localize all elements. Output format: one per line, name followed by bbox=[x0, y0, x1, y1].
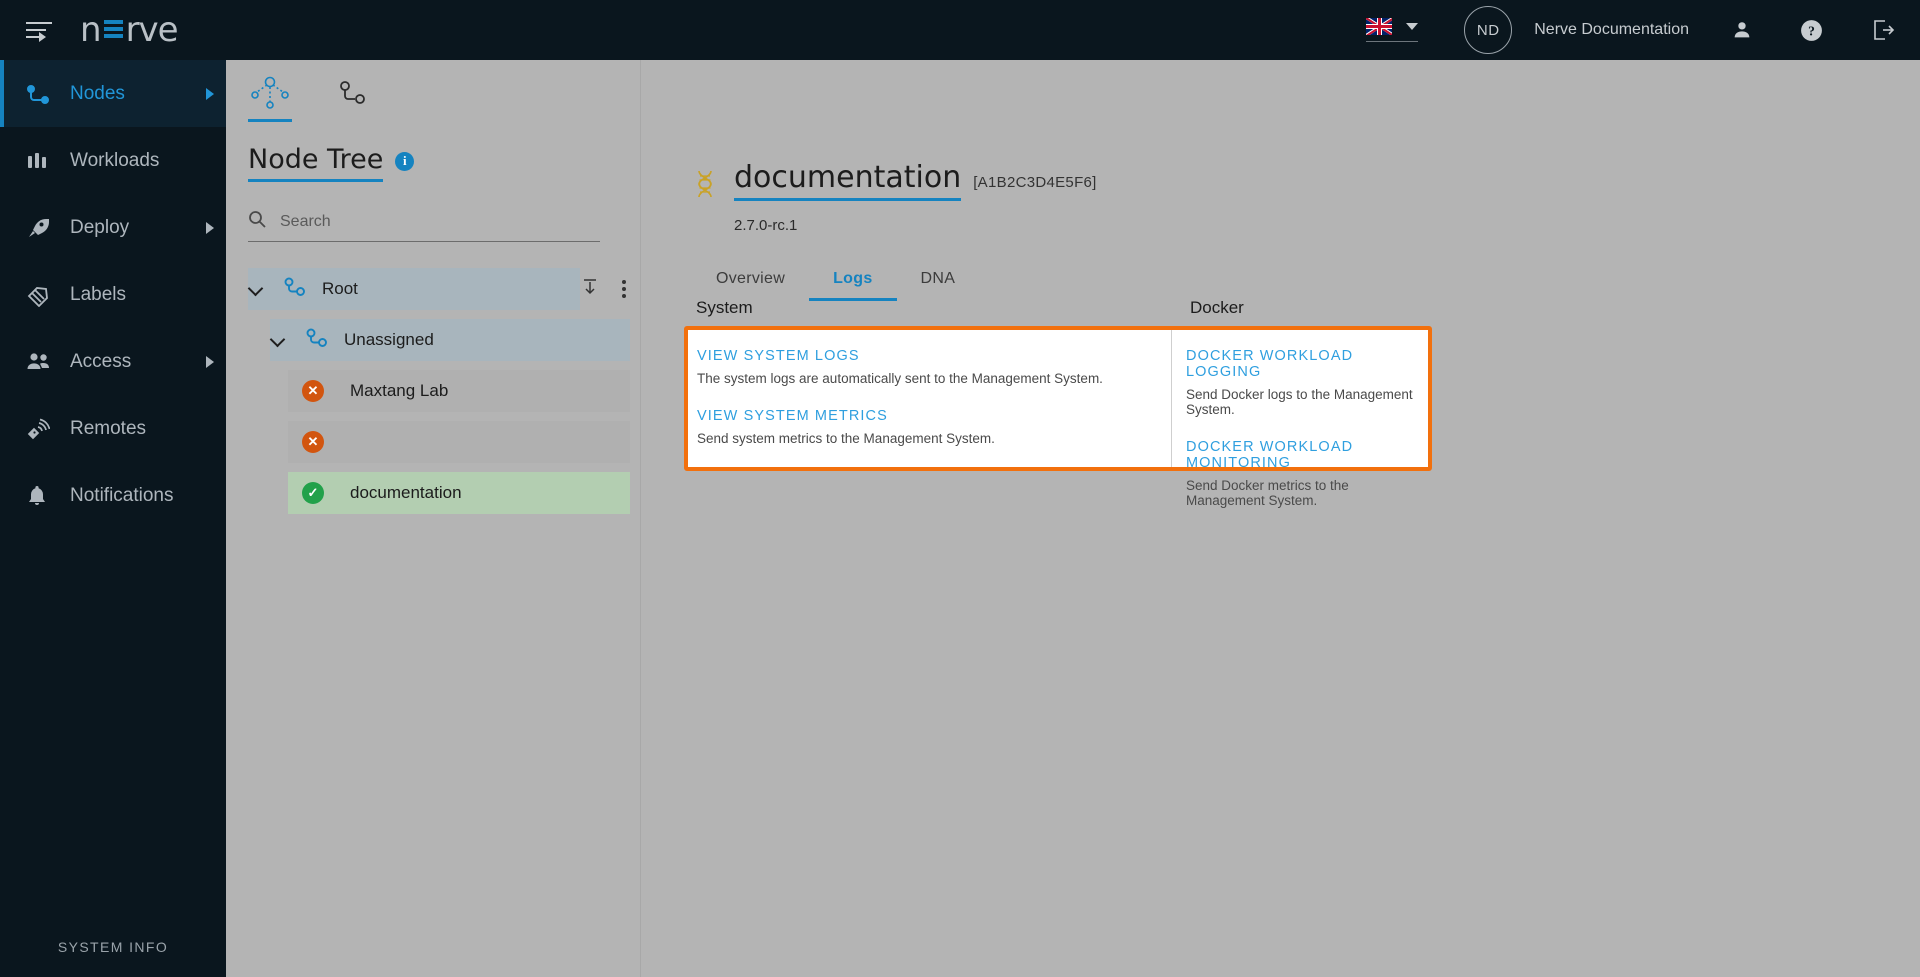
chevron-down-icon bbox=[1406, 23, 1419, 30]
logo-text-right: rve bbox=[125, 10, 179, 50]
tab-overview[interactable]: Overview bbox=[692, 270, 809, 301]
rocket-icon bbox=[26, 216, 56, 240]
people-icon bbox=[26, 351, 56, 373]
help-icon[interactable]: ? bbox=[1799, 18, 1824, 43]
logs-card: System Docker VIEW SYSTEM LOGS The syste… bbox=[684, 298, 1432, 508]
sidebar-item-workloads[interactable]: Workloads bbox=[0, 127, 226, 194]
user-profile-icon[interactable] bbox=[1731, 19, 1753, 41]
uk-flag-icon bbox=[1366, 18, 1393, 35]
node-tree-panel: Node Tree i Search Root Unassigned ✕ Max… bbox=[226, 60, 641, 977]
tab-node-tree[interactable] bbox=[248, 75, 292, 122]
docker-logs-column: DOCKER WORKLOAD LOGGING Send Docker logs… bbox=[1172, 330, 1428, 508]
view-system-metrics-link[interactable]: VIEW SYSTEM METRICS bbox=[697, 408, 1171, 424]
workloads-icon bbox=[26, 150, 56, 172]
view-system-metrics-description: Send system metrics to the Management Sy… bbox=[697, 431, 995, 446]
nodes-icon bbox=[26, 83, 56, 105]
docker-workload-monitoring-description: Send Docker metrics to the Management Sy… bbox=[1186, 478, 1349, 508]
logo-text-left: n bbox=[80, 10, 102, 50]
docker-workload-monitoring-link[interactable]: DOCKER WORKLOAD MONITORING bbox=[1186, 439, 1428, 471]
tree-row-node[interactable]: ✕ bbox=[226, 421, 640, 463]
panel-title-row: Node Tree i bbox=[226, 122, 640, 182]
avatar-initials: ND bbox=[1476, 21, 1500, 39]
node-header: documentation [A1B2C3D4E5F6] 2.7.0-rc.1 bbox=[642, 60, 1920, 234]
chevron-right-icon bbox=[206, 221, 214, 234]
tree-panel-tabs bbox=[226, 60, 640, 122]
tag-icon bbox=[26, 283, 56, 307]
tree-row-node-selected[interactable]: ✓ documentation bbox=[226, 472, 640, 514]
kebab-menu-icon[interactable] bbox=[622, 280, 626, 298]
system-info-link[interactable]: SYSTEM INFO bbox=[0, 939, 226, 955]
sidebar-item-label: Access bbox=[70, 350, 132, 372]
chevron-right-icon bbox=[206, 87, 214, 100]
avatar[interactable]: ND bbox=[1464, 6, 1513, 54]
chevron-right-icon bbox=[206, 355, 214, 368]
node-link-icon bbox=[282, 275, 308, 304]
docker-workload-logging-link[interactable]: DOCKER WORKLOAD LOGGING bbox=[1186, 348, 1428, 380]
info-icon[interactable]: i bbox=[395, 151, 415, 171]
sidebar-item-remotes[interactable]: Remotes bbox=[0, 395, 226, 462]
top-bar-right: ND Nerve Documentation ? bbox=[1366, 0, 1920, 60]
search-input[interactable] bbox=[280, 212, 580, 231]
sidebar-item-label: Labels bbox=[70, 283, 126, 305]
sidebar-item-label: Notifications bbox=[70, 484, 174, 506]
node-title-wrap: documentation [A1B2C3D4E5F6] 2.7.0-rc.1 bbox=[734, 160, 1097, 234]
logs-card-headers: System Docker bbox=[688, 298, 1428, 318]
tree-row-label bbox=[350, 432, 374, 452]
dna-icon bbox=[692, 169, 718, 204]
logout-icon[interactable] bbox=[1870, 17, 1896, 43]
sidebar-item-label: Workloads bbox=[70, 149, 160, 171]
nerve-logo: n rve bbox=[80, 10, 179, 50]
tree-row-label: Root bbox=[322, 279, 358, 298]
system-logs-column: VIEW SYSTEM LOGS The system logs are aut… bbox=[688, 330, 1172, 467]
sidebar-item-notifications[interactable]: Notifications bbox=[0, 462, 226, 529]
language-selector[interactable] bbox=[1366, 18, 1419, 42]
node-tree-list: Root Unassigned ✕ Maxtang Lab ✕ ✓ docume… bbox=[226, 268, 640, 514]
tree-row-label: Maxtang Lab bbox=[350, 381, 449, 400]
sidebar-item-labels[interactable]: Labels bbox=[0, 261, 226, 328]
svg-text:?: ? bbox=[1808, 23, 1815, 38]
status-badge-error: ✕ bbox=[302, 431, 324, 453]
tree-row-label: Unassigned bbox=[344, 330, 434, 349]
sidebar-item-label: Remotes bbox=[70, 417, 147, 439]
node-title: documentation bbox=[734, 160, 962, 201]
tab-node-list[interactable] bbox=[336, 77, 370, 122]
remote-icon bbox=[26, 417, 56, 441]
bell-icon bbox=[26, 484, 56, 508]
status-badge-error: ✕ bbox=[302, 380, 324, 402]
chevron-down-icon[interactable] bbox=[248, 281, 264, 297]
node-version: 2.7.0-rc.1 bbox=[734, 217, 798, 234]
username-label: Nerve Documentation bbox=[1534, 21, 1689, 38]
node-serial: [A1B2C3D4E5F6] bbox=[973, 174, 1097, 191]
logo-e-bars bbox=[103, 20, 123, 40]
page-title: Node Tree bbox=[248, 144, 384, 182]
sidebar-item-nodes[interactable]: Nodes bbox=[0, 60, 226, 127]
search-row bbox=[248, 210, 600, 242]
node-link-icon bbox=[304, 326, 330, 355]
top-bar: n rve ND Nerve Documentation ? bbox=[0, 0, 1920, 60]
tree-row-node[interactable]: ✕ Maxtang Lab bbox=[226, 370, 640, 412]
main-content: documentation [A1B2C3D4E5F6] 2.7.0-rc.1 … bbox=[642, 60, 1920, 977]
view-system-logs-description: The system logs are automatically sent t… bbox=[697, 371, 1103, 386]
docker-column-header: Docker bbox=[1190, 298, 1244, 317]
tab-dna[interactable]: DNA bbox=[897, 270, 980, 301]
search-icon bbox=[248, 210, 266, 233]
system-column-header: System bbox=[696, 298, 753, 317]
sidebar-item-deploy[interactable]: Deploy bbox=[0, 194, 226, 261]
sidebar: Nodes Workloads Deploy Labels Access Rem… bbox=[0, 60, 226, 977]
chevron-down-icon[interactable] bbox=[270, 332, 286, 348]
sidebar-item-access[interactable]: Access bbox=[0, 328, 226, 395]
tree-row-unassigned[interactable]: Unassigned bbox=[226, 319, 640, 361]
tab-logs[interactable]: Logs bbox=[809, 270, 897, 301]
sidebar-item-label: Deploy bbox=[70, 216, 130, 238]
app-root: n rve ND Nerve Documentation ? Nodes Wor… bbox=[0, 0, 1920, 977]
sidebar-item-label: Nodes bbox=[70, 82, 125, 104]
collapse-all-icon[interactable] bbox=[580, 277, 600, 302]
docker-workload-logging-description: Send Docker logs to the Management Syste… bbox=[1186, 387, 1413, 417]
view-system-logs-link[interactable]: VIEW SYSTEM LOGS bbox=[697, 348, 1171, 364]
status-badge-online: ✓ bbox=[302, 482, 324, 504]
tree-row-label: documentation bbox=[350, 483, 462, 502]
hamburger-menu-icon[interactable] bbox=[26, 19, 54, 42]
tree-row-root[interactable]: Root bbox=[226, 268, 640, 310]
node-detail-tabs: Overview Logs DNA bbox=[692, 270, 1920, 301]
